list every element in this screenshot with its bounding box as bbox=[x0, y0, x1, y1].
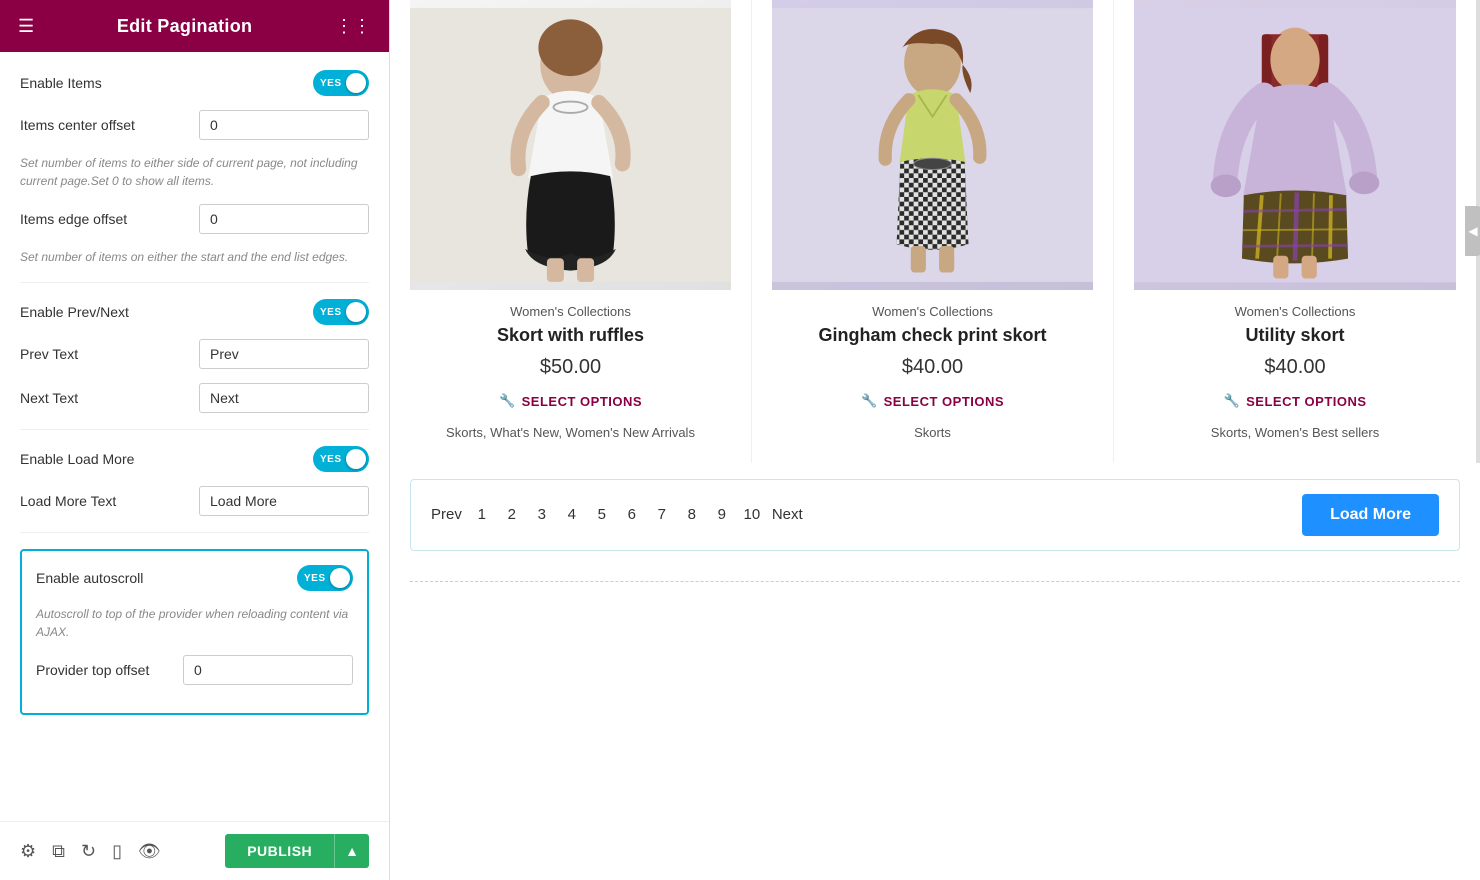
sidebar-body: Enable Items YES Items center offset Set… bbox=[0, 52, 389, 821]
enable-items-row: Enable Items YES bbox=[20, 70, 369, 96]
page-2[interactable]: 2 bbox=[502, 506, 522, 523]
prev-text-input[interactable] bbox=[199, 339, 369, 369]
responsive-icon[interactable]: ▯ bbox=[112, 841, 122, 862]
items-center-hint: Set number of items to either side of cu… bbox=[20, 154, 369, 190]
items-center-offset-row: Items center offset bbox=[20, 110, 369, 140]
page-4[interactable]: 4 bbox=[562, 506, 582, 523]
enable-autoscroll-label: Enable autoscroll bbox=[36, 570, 143, 586]
product-category-2: Women's Collections bbox=[872, 304, 993, 319]
product-category-1: Women's Collections bbox=[510, 304, 631, 319]
load-more-text-row: Load More Text bbox=[20, 486, 369, 516]
prev-text-label: Prev Text bbox=[20, 346, 78, 362]
product-name-2: Gingham check print skort bbox=[818, 325, 1046, 346]
product-card-3: Women's Collections Utility skort $40.00… bbox=[1114, 0, 1476, 463]
toggle-knob-4 bbox=[330, 568, 350, 588]
page-8[interactable]: 8 bbox=[682, 506, 702, 523]
hamburger-icon[interactable]: ☰ bbox=[18, 16, 34, 37]
enable-prev-next-toggle[interactable]: YES bbox=[313, 299, 369, 325]
wrench-icon-1: 🔧 bbox=[499, 393, 516, 409]
bottom-dashed-divider bbox=[410, 581, 1460, 582]
enable-prev-next-row: Enable Prev/Next YES bbox=[20, 299, 369, 325]
items-center-offset-input[interactable] bbox=[199, 110, 369, 140]
load-more-text-input[interactable] bbox=[199, 486, 369, 516]
page-10[interactable]: 10 bbox=[742, 506, 762, 523]
product-price-1: $50.00 bbox=[540, 356, 601, 379]
pagination-bar: Prev 1 2 3 4 5 6 7 8 9 10 Next Load More bbox=[410, 479, 1460, 551]
provider-top-offset-input[interactable] bbox=[183, 655, 353, 685]
next-page-btn[interactable]: Next bbox=[772, 506, 803, 523]
select-options-btn-1[interactable]: 🔧 SELECT OPTIONS bbox=[499, 393, 642, 409]
divider-1 bbox=[20, 282, 369, 283]
sidebar-header: ☰ Edit Pagination ⋮⋮ bbox=[0, 0, 389, 52]
publish-btn-wrap: PUBLISH ▲ bbox=[225, 834, 369, 868]
publish-arrow-button[interactable]: ▲ bbox=[334, 834, 369, 868]
page-7[interactable]: 7 bbox=[652, 506, 672, 523]
next-text-row: Next Text bbox=[20, 383, 369, 413]
next-text-input[interactable] bbox=[199, 383, 369, 413]
enable-items-label: Enable Items bbox=[20, 75, 102, 91]
products-grid: Women's Collections Skort with ruffles $… bbox=[390, 0, 1480, 463]
sidebar-footer: ⚙ ⧉ ↻ ▯ 👁 PUBLISH ▲ bbox=[0, 821, 389, 880]
enable-load-more-row: Enable Load More YES bbox=[20, 446, 369, 472]
product-image-3 bbox=[1134, 0, 1456, 290]
provider-top-offset-label: Provider top offset bbox=[36, 662, 149, 678]
sidebar-title: Edit Pagination bbox=[117, 16, 253, 37]
page-1[interactable]: 1 bbox=[472, 506, 492, 523]
next-text-label: Next Text bbox=[20, 390, 78, 406]
product-price-3: $40.00 bbox=[1264, 356, 1325, 379]
divider-3 bbox=[20, 532, 369, 533]
load-more-text-label: Load More Text bbox=[20, 493, 116, 509]
product-card-1: Women's Collections Skort with ruffles $… bbox=[390, 0, 752, 463]
settings-icon[interactable]: ⚙ bbox=[20, 841, 36, 862]
product-tags-1: Skorts, What's New, Women's New Arrivals bbox=[446, 423, 695, 443]
divider-2 bbox=[20, 429, 369, 430]
collapse-handle[interactable]: ◀ bbox=[1465, 206, 1480, 256]
product-image-1 bbox=[410, 0, 731, 290]
prev-page-btn[interactable]: Prev bbox=[431, 506, 462, 523]
page-5[interactable]: 5 bbox=[592, 506, 612, 523]
items-center-offset-label: Items center offset bbox=[20, 117, 135, 133]
product-card-2: Women's Collections Gingham check print … bbox=[752, 0, 1114, 463]
autoscroll-hint: Autoscroll to top of the provider when r… bbox=[36, 605, 353, 641]
product-category-3: Women's Collections bbox=[1235, 304, 1356, 319]
product-tags-2: Skorts bbox=[914, 423, 951, 443]
grid-icon[interactable]: ⋮⋮ bbox=[335, 16, 371, 37]
enable-load-more-label: Enable Load More bbox=[20, 451, 134, 467]
layers-icon[interactable]: ⧉ bbox=[52, 841, 65, 862]
enable-load-more-toggle[interactable]: YES bbox=[313, 446, 369, 472]
wrench-icon-2: 🔧 bbox=[861, 393, 878, 409]
toggle-knob-3 bbox=[346, 449, 366, 469]
items-edge-offset-label: Items edge offset bbox=[20, 211, 127, 227]
toggle-knob bbox=[346, 73, 366, 93]
main-content: Women's Collections Skort with ruffles $… bbox=[390, 0, 1480, 880]
toggle-knob-2 bbox=[346, 302, 366, 322]
select-options-btn-2[interactable]: 🔧 SELECT OPTIONS bbox=[861, 393, 1004, 409]
page-6[interactable]: 6 bbox=[622, 506, 642, 523]
publish-button[interactable]: PUBLISH bbox=[225, 834, 334, 868]
product-name-3: Utility skort bbox=[1245, 325, 1344, 346]
page-3[interactable]: 3 bbox=[532, 506, 552, 523]
prev-text-row: Prev Text bbox=[20, 339, 369, 369]
page-9[interactable]: 9 bbox=[712, 506, 732, 523]
autoscroll-section: Enable autoscroll YES Autoscroll to top … bbox=[20, 549, 369, 715]
provider-top-offset-row: Provider top offset bbox=[36, 655, 353, 685]
items-edge-hint: Set number of items on either the start … bbox=[20, 248, 369, 266]
enable-items-toggle[interactable]: YES bbox=[313, 70, 369, 96]
select-options-btn-3[interactable]: 🔧 SELECT OPTIONS bbox=[1223, 393, 1366, 409]
product-tags-3: Skorts, Women's Best sellers bbox=[1211, 423, 1379, 443]
enable-autoscroll-row: Enable autoscroll YES bbox=[36, 565, 353, 591]
product-price-2: $40.00 bbox=[902, 356, 963, 379]
items-edge-offset-input[interactable] bbox=[199, 204, 369, 234]
preview-icon[interactable]: 👁 bbox=[138, 841, 161, 862]
sidebar: ☰ Edit Pagination ⋮⋮ Enable Items YES It… bbox=[0, 0, 390, 880]
product-image-2 bbox=[772, 0, 1093, 290]
enable-autoscroll-toggle[interactable]: YES bbox=[297, 565, 353, 591]
items-edge-offset-row: Items edge offset bbox=[20, 204, 369, 234]
load-more-button[interactable]: Load More bbox=[1302, 494, 1439, 536]
enable-prev-next-label: Enable Prev/Next bbox=[20, 304, 129, 320]
product-name-1: Skort with ruffles bbox=[497, 325, 644, 346]
wrench-icon-3: 🔧 bbox=[1223, 393, 1240, 409]
history-icon[interactable]: ↻ bbox=[81, 841, 96, 862]
